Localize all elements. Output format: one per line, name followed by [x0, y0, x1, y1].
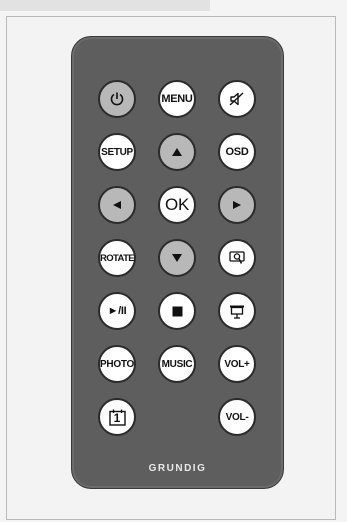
menu-button[interactable]: MENU [158, 80, 196, 118]
rotate-button[interactable]: ROTATE [98, 239, 136, 277]
mute-speaker-icon [228, 91, 246, 107]
arrow-left-icon [112, 200, 122, 210]
vol-down-button[interactable]: VOL- [218, 398, 256, 436]
vol-down-label: VOL- [225, 411, 249, 423]
brand-logo: GRUNDIG [148, 463, 207, 474]
calendar-icon: 1 [108, 409, 126, 426]
vol-up-label: VOL+ [224, 358, 250, 370]
calendar-button[interactable]: 1 [98, 398, 136, 436]
stop-button[interactable] [158, 292, 196, 330]
photo-label: PHOTO [100, 358, 134, 370]
slideshow-button[interactable] [218, 292, 256, 330]
osd-label: OSD [225, 146, 249, 158]
photo-button[interactable]: PHOTO [98, 345, 136, 383]
mute-button[interactable] [218, 80, 256, 118]
top-bar [0, 0, 210, 11]
up-button[interactable] [158, 133, 196, 171]
stop-icon [172, 306, 183, 317]
arrow-right-icon [232, 200, 242, 210]
menu-label: MENU [161, 93, 193, 105]
down-button[interactable] [158, 239, 196, 277]
zoom-magnifier-icon [229, 251, 245, 265]
osd-button[interactable]: OSD [218, 133, 256, 171]
vol-up-button[interactable]: VOL+ [218, 345, 256, 383]
play-pause-label: ►/II [107, 305, 127, 317]
remote-control: MENU SETUP OSD OK ROTATE ►/II PHOTO MUSI… [71, 36, 284, 489]
right-button[interactable] [218, 186, 256, 224]
play-pause-button[interactable]: ►/II [98, 292, 136, 330]
ok-button[interactable]: OK [158, 186, 196, 224]
power-icon [109, 91, 125, 107]
setup-label: SETUP [101, 146, 133, 158]
left-button[interactable] [98, 186, 136, 224]
calendar-day-number: 1 [113, 410, 121, 425]
setup-button[interactable]: SETUP [98, 133, 136, 171]
arrow-down-icon [171, 253, 183, 263]
rotate-label: ROTATE [99, 252, 135, 264]
ok-label: OK [165, 195, 189, 214]
arrow-up-icon [171, 147, 183, 157]
zoom-button[interactable] [218, 239, 256, 277]
music-button[interactable]: MUSIC [158, 345, 196, 383]
slideshow-screen-icon [229, 304, 245, 319]
music-label: MUSIC [161, 358, 193, 370]
power-button[interactable] [98, 80, 136, 118]
